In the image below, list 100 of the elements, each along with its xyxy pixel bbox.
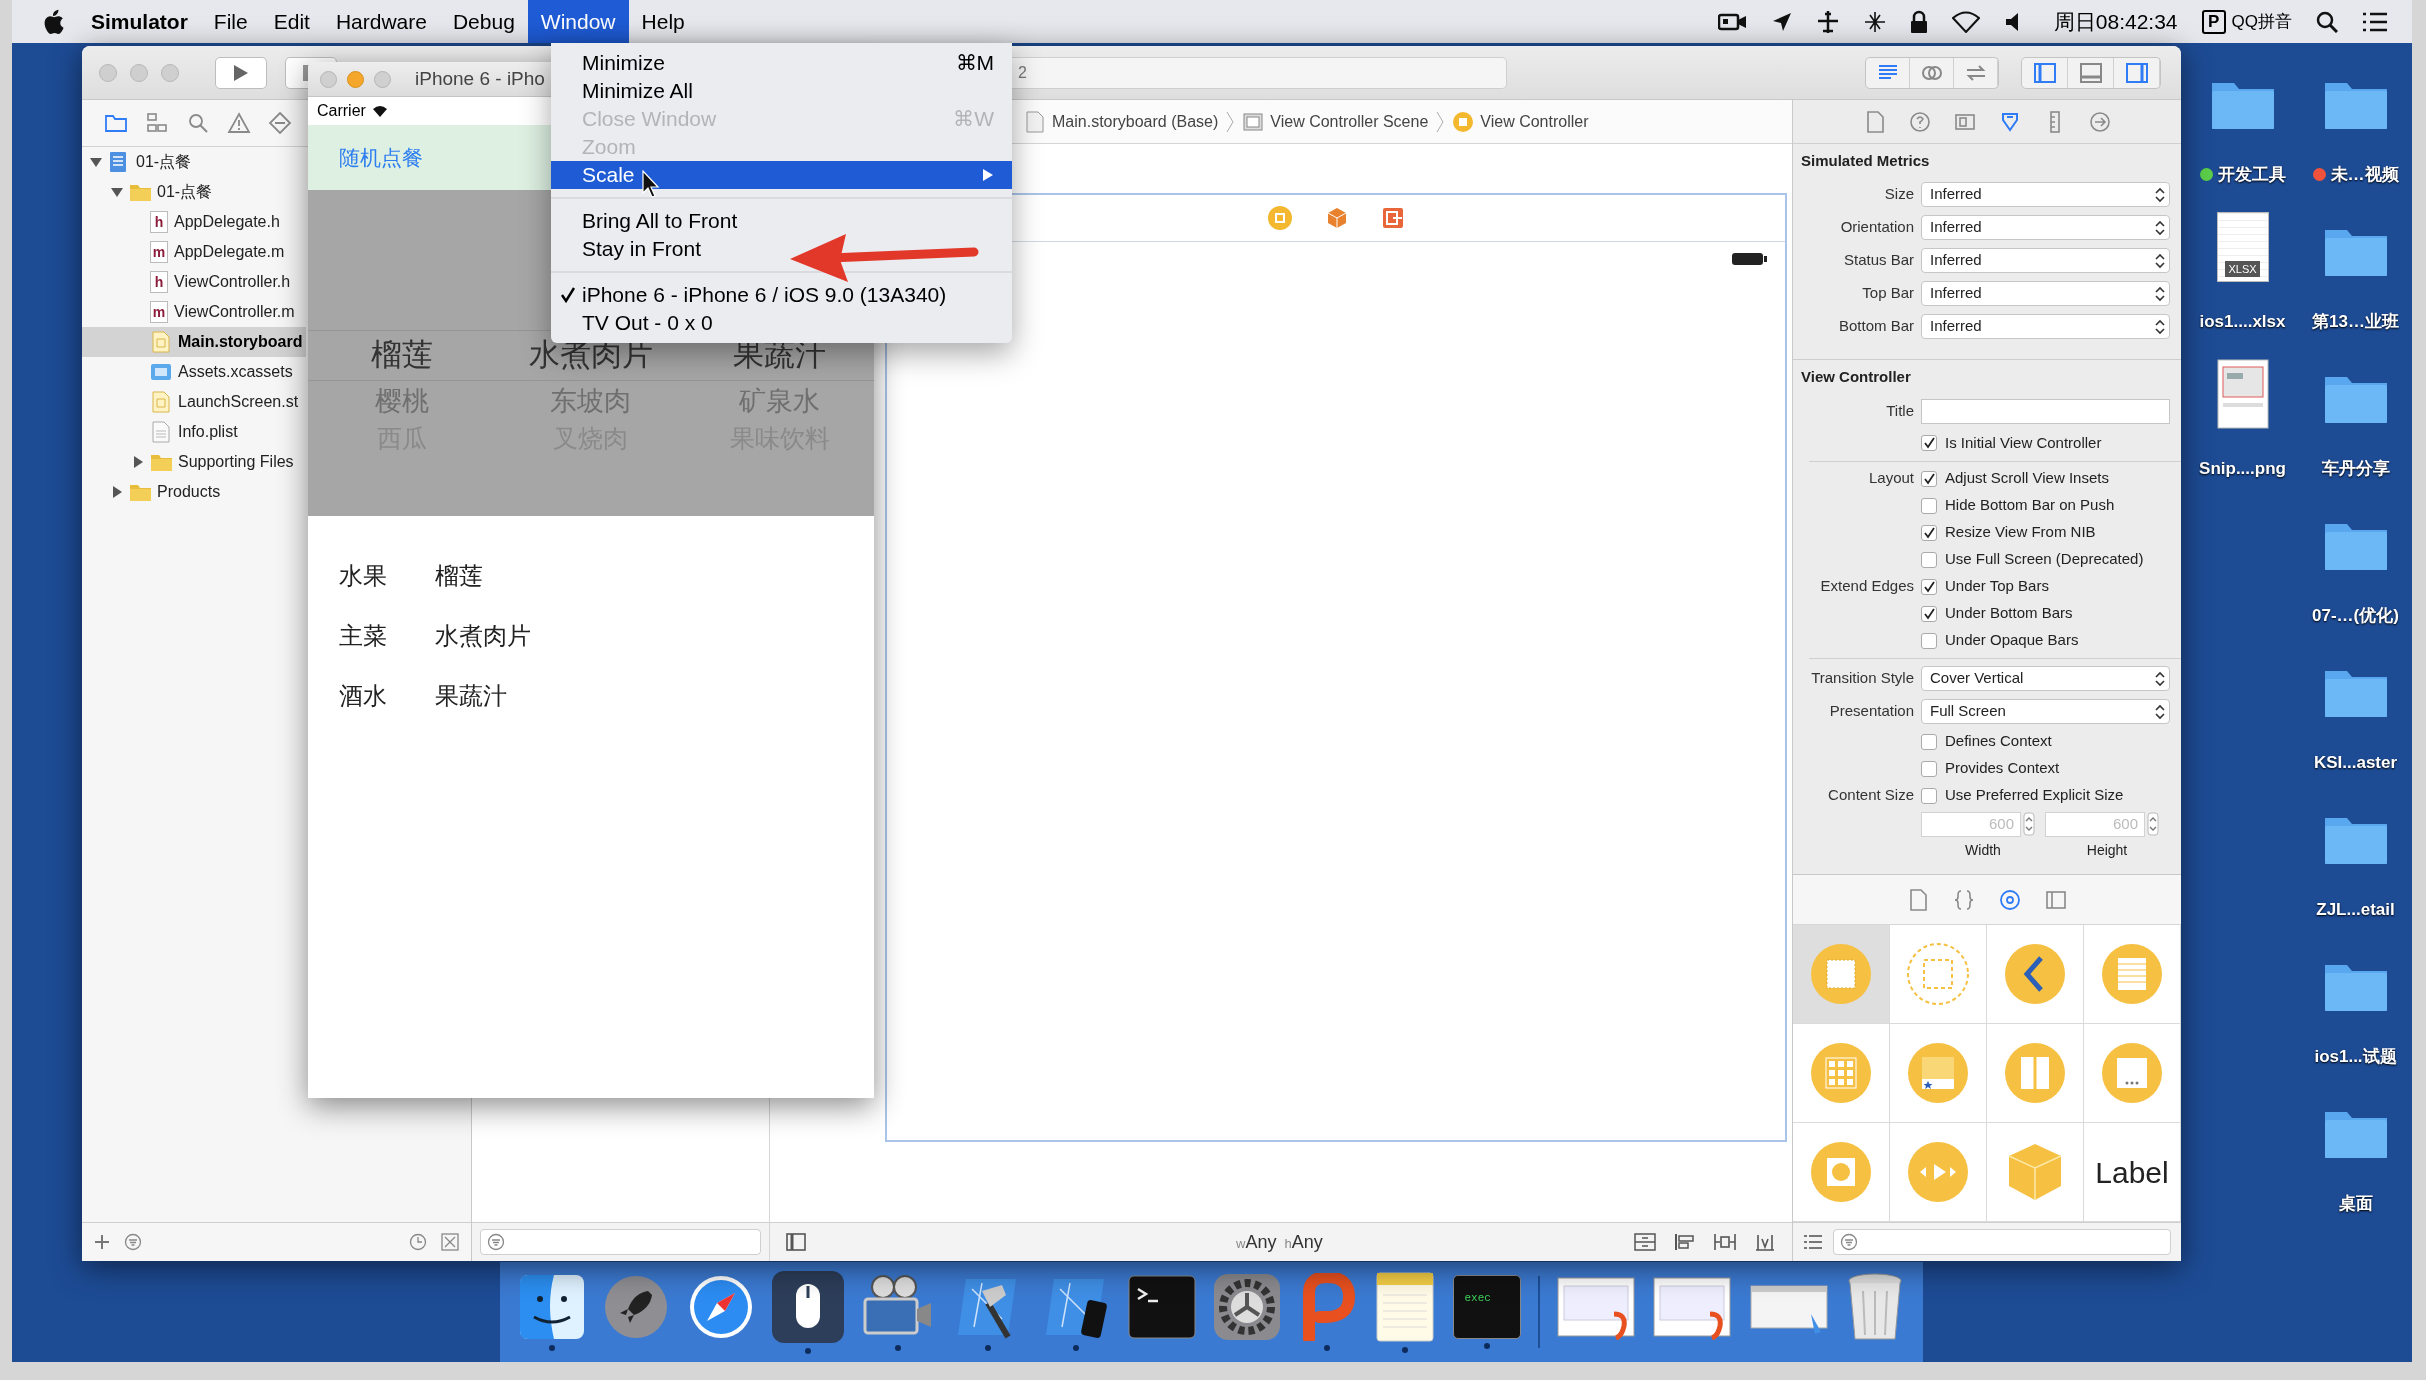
clock-icon[interactable] bbox=[409, 1233, 427, 1251]
desktop-item-label[interactable]: ios1...试题 bbox=[2314, 1044, 2397, 1070]
desktop-item-label[interactable]: 桌面 bbox=[2338, 1191, 2373, 1217]
find-tab-icon[interactable] bbox=[186, 111, 210, 135]
console-app-icon[interactable]: exec bbox=[1453, 1275, 1522, 1339]
menu-item[interactable]: Window bbox=[527, 0, 629, 43]
document-thumbnail-icon[interactable] bbox=[1652, 1274, 1733, 1340]
popup-button[interactable]: Cover Vertical bbox=[1921, 666, 2170, 691]
menu-item[interactable]: Minimize ⌘M bbox=[551, 49, 1012, 77]
popup-button[interactable]: Inferred bbox=[1921, 215, 2170, 240]
desktop-item-label[interactable]: 07-…(优化) bbox=[2312, 603, 2399, 629]
breadcrumb-item[interactable]: View Controller Scene bbox=[1270, 109, 1429, 134]
finder-face-icon[interactable] bbox=[518, 1273, 586, 1341]
menu-item[interactable]: Help bbox=[628, 0, 698, 43]
spreadsheet-file-icon[interactable]: XLSX bbox=[2216, 212, 2269, 282]
desktop-item-label[interactable]: 未…视频 bbox=[2330, 162, 2399, 188]
tree-item[interactable]: m AppDelegate.m bbox=[82, 237, 306, 267]
network-icon[interactable] bbox=[1863, 10, 1886, 33]
menu-item[interactable]: Bring All to Front bbox=[551, 207, 1012, 235]
tree-item[interactable]: Supporting Files bbox=[82, 447, 306, 477]
checkbox[interactable]: Under Opaque Bars bbox=[1921, 629, 2079, 652]
run-button[interactable] bbox=[215, 56, 267, 89]
search-icon[interactable] bbox=[2316, 10, 2338, 33]
checkbox[interactable]: Is Initial View Controller bbox=[1921, 431, 2102, 455]
menu-item[interactable]: Scale bbox=[551, 161, 1012, 189]
lock-icon[interactable] bbox=[1909, 9, 1928, 34]
disclosure-open-icon[interactable] bbox=[111, 186, 123, 198]
panel-toggle-control[interactable] bbox=[2021, 56, 2161, 89]
input-method-badge[interactable]: P bbox=[2201, 9, 2226, 34]
tree-item[interactable]: m ViewController.m bbox=[82, 297, 306, 327]
symbols-tab-icon[interactable] bbox=[145, 111, 169, 135]
desktop-item-label[interactable]: 开发工具 bbox=[2217, 162, 2286, 188]
list-icon[interactable] bbox=[2362, 11, 2388, 32]
menu-item[interactable]: Hardware bbox=[322, 0, 440, 43]
outline-toggle-icon[interactable] bbox=[786, 1233, 806, 1251]
menu-item[interactable]: Edit bbox=[260, 0, 323, 43]
window-control[interactable] bbox=[347, 70, 364, 88]
checkbox[interactable]: Under Bottom Bars bbox=[1921, 602, 2073, 625]
filter-icon[interactable] bbox=[124, 1233, 142, 1251]
checkbox[interactable]: Provides Context bbox=[1921, 757, 2060, 780]
picker-row[interactable]: 榴莲 bbox=[371, 330, 434, 381]
apple-icon[interactable] bbox=[42, 8, 64, 35]
checkbox[interactable]: Use Full Screen (Deprecated) bbox=[1921, 548, 2144, 571]
disclosure-open-icon[interactable] bbox=[90, 156, 102, 168]
tree-item[interactable]: Main.storyboard bbox=[82, 327, 306, 357]
checkbox[interactable]: Under Top Bars bbox=[1921, 575, 2049, 598]
resolve-icon[interactable] bbox=[1754, 1233, 1776, 1251]
checkbox[interactable]: Resize View From NIB bbox=[1921, 521, 2096, 544]
checkbox[interactable]: Hide Bottom Bar on Push bbox=[1921, 494, 2115, 517]
popup-button[interactable]: Inferred bbox=[1921, 281, 2170, 306]
tests-tab-icon[interactable] bbox=[268, 111, 292, 135]
disclosure-closed-icon[interactable] bbox=[111, 486, 123, 498]
checkbox[interactable]: Adjust Scroll View Insets bbox=[1921, 467, 2109, 490]
popup-button[interactable]: Inferred bbox=[1921, 248, 2170, 273]
tree-item[interactable]: Assets.xcassets bbox=[82, 357, 306, 387]
stack-icon[interactable] bbox=[1634, 1233, 1656, 1251]
code-library-tab-icon[interactable] bbox=[1952, 887, 1976, 912]
menu-clock[interactable]: 周日08:42:34 bbox=[2053, 5, 2178, 38]
outline-filter-field[interactable] bbox=[480, 1229, 761, 1255]
location-arrow-icon[interactable] bbox=[1771, 11, 1792, 32]
breadcrumb-item[interactable]: View Controller bbox=[1480, 109, 1589, 134]
popup-button[interactable]: Full Screen bbox=[1921, 699, 2170, 724]
editor-mode-control[interactable] bbox=[1865, 56, 1999, 89]
cube-icon[interactable] bbox=[1325, 206, 1349, 230]
gear-icon[interactable] bbox=[1212, 1273, 1281, 1341]
menu-item[interactable]: TV Out - 0 x 0 bbox=[551, 309, 1012, 337]
video-camera-icon[interactable] bbox=[1717, 11, 1748, 32]
tree-item[interactable]: 01-点餐 bbox=[82, 177, 306, 207]
stepper-icon[interactable] bbox=[2147, 812, 2159, 836]
align-icon[interactable] bbox=[1674, 1233, 1696, 1251]
breadcrumb-item[interactable]: Main.storyboard (Base) bbox=[1052, 109, 1219, 134]
issues-tab-icon[interactable] bbox=[227, 111, 251, 135]
grid-filter-icon[interactable] bbox=[441, 1233, 459, 1251]
menu-item[interactable]: File bbox=[200, 0, 261, 43]
menu-item[interactable]: Stay in Front bbox=[551, 235, 1012, 263]
list-view-icon[interactable] bbox=[1803, 1234, 1823, 1250]
add-icon[interactable] bbox=[94, 1234, 110, 1250]
popup-button[interactable]: Inferred bbox=[1921, 314, 2170, 339]
desktop-item-label[interactable]: 车丹分享 bbox=[2321, 456, 2390, 482]
help-inspector-tab-icon[interactable] bbox=[1907, 109, 1932, 134]
title-input[interactable] bbox=[1921, 399, 2170, 424]
desktop-item-label[interactable]: KSI...aster bbox=[2313, 750, 2398, 776]
checkbox[interactable]: Defines Context bbox=[1921, 730, 2052, 753]
tree-item[interactable]: h ViewController.h bbox=[82, 267, 306, 297]
desktop-item-label[interactable]: Snip....png bbox=[2199, 456, 2286, 482]
checkbox[interactable]: Use Preferred Explicit Size bbox=[1921, 784, 2124, 807]
wifi-icon[interactable] bbox=[1951, 10, 1980, 33]
tree-item[interactable]: LaunchScreen.st bbox=[82, 387, 306, 417]
desktop-item-label[interactable]: 第13…业班 bbox=[2312, 309, 2399, 335]
desktop-item-label[interactable]: ZJL...etail bbox=[2316, 897, 2395, 923]
object-library-tab-icon[interactable] bbox=[1998, 887, 2022, 912]
tree-item[interactable]: 01-点餐 bbox=[82, 147, 306, 177]
menu-item[interactable]: Minimize All bbox=[551, 77, 1012, 105]
mouse-icon[interactable] bbox=[770, 1270, 845, 1344]
menu-item[interactable]: Debug bbox=[439, 0, 528, 43]
popup-button[interactable]: Inferred bbox=[1921, 182, 2170, 207]
library-item[interactable] bbox=[1987, 925, 2084, 1024]
input-method-menu[interactable]: QQ拼音 bbox=[2231, 8, 2292, 35]
connections-inspector-tab-icon[interactable] bbox=[2087, 109, 2112, 134]
size-class-control[interactable]: wAny hAny bbox=[1236, 1228, 1323, 1256]
